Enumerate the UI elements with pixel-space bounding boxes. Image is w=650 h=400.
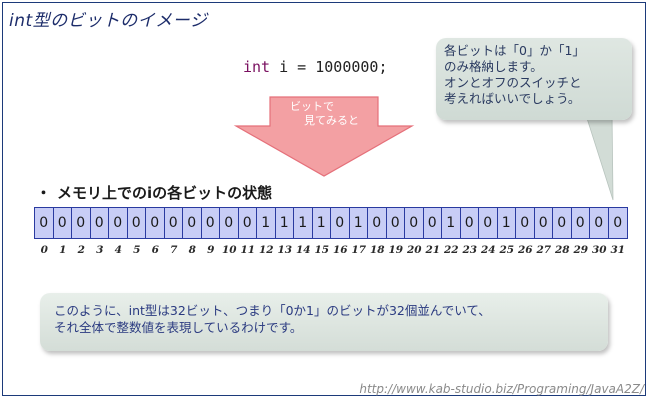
bit-cell: 1 bbox=[442, 208, 461, 238]
bit-index-label: 2 bbox=[77, 244, 85, 256]
bit-index-label: 3 bbox=[96, 244, 104, 256]
bit-cell: 0 bbox=[368, 208, 387, 238]
bit-cell: 0 bbox=[571, 208, 590, 238]
bit-index-label: 10 bbox=[221, 244, 237, 256]
bit-index-label: 19 bbox=[388, 244, 404, 256]
bit-index-label: 25 bbox=[499, 244, 515, 256]
bit-index-label: 31 bbox=[610, 244, 626, 256]
bit-cell: 0 bbox=[460, 208, 479, 238]
bit-index-label: 7 bbox=[170, 244, 178, 256]
bit-cell: 0 bbox=[331, 208, 350, 238]
bit-index-row: 0 1 2 3 4 5 6 7 8 9 10 11 12 13 14 15 16 17 18 19 20 21 22 23 24… bbox=[35, 244, 627, 256]
bit-cell: 0 bbox=[238, 208, 257, 238]
bits-heading: ・メモリ上でのiの各ビットの状態 bbox=[36, 182, 272, 203]
bit-cell: 0 bbox=[405, 208, 424, 238]
bit-index-label: 18 bbox=[369, 244, 385, 256]
bit-cell: 0 bbox=[553, 208, 572, 238]
bit-index-label: 9 bbox=[207, 244, 215, 256]
source-url: http://www.kab-studio.biz/Programing/Jav… bbox=[359, 382, 644, 396]
heading-bullet: ・ bbox=[36, 184, 52, 202]
bit-index-label: 17 bbox=[351, 244, 367, 256]
bit-index-label: 6 bbox=[151, 244, 159, 256]
bit-cell: 0 bbox=[479, 208, 498, 238]
bit-index-label: 23 bbox=[462, 244, 478, 256]
bit-index-label: 30 bbox=[591, 244, 607, 256]
bit-index-label: 15 bbox=[314, 244, 330, 256]
bit-cell: 0 bbox=[201, 208, 220, 238]
arrow-label-line-2: 見てみると bbox=[304, 114, 359, 127]
bit-cell: 0 bbox=[608, 208, 627, 238]
bit-cell: 0 bbox=[220, 208, 239, 238]
bit-index-label: 5 bbox=[133, 244, 141, 256]
summary-note: このように、int型は32ビット、つまり「0か1」のビットが32個並んでいて、 … bbox=[40, 293, 608, 351]
bit-index-label: 4 bbox=[114, 244, 122, 256]
bit-cell: 1 bbox=[275, 208, 294, 238]
bit-index-label: 21 bbox=[425, 244, 441, 256]
heading-text: メモリ上でのiの各ビットの状態 bbox=[57, 184, 273, 202]
bit-cell: 0 bbox=[183, 208, 202, 238]
bit-cell: 1 bbox=[257, 208, 276, 238]
bit-index-label: 29 bbox=[573, 244, 589, 256]
bit-index-label: 22 bbox=[443, 244, 459, 256]
bit-cell: 0 bbox=[534, 208, 553, 238]
bit-cell: 1 bbox=[349, 208, 368, 238]
bit-cell: 0 bbox=[516, 208, 535, 238]
bit-index-label: 0 bbox=[40, 244, 48, 256]
bit-index-label: 20 bbox=[406, 244, 422, 256]
bit-cell: 0 bbox=[146, 208, 165, 238]
bit-index-label: 8 bbox=[188, 244, 196, 256]
arrow-label: ビットで 見てみると bbox=[270, 100, 380, 128]
bit-index-label: 11 bbox=[240, 244, 256, 256]
bit-index-label: 27 bbox=[536, 244, 552, 256]
bit-index-label: 14 bbox=[295, 244, 311, 256]
arrow-label-line-1: ビットで bbox=[290, 100, 334, 113]
bit-index-label: 13 bbox=[277, 244, 293, 256]
bit-cell: 1 bbox=[294, 208, 313, 238]
bit-cell: 0 bbox=[53, 208, 72, 238]
bit-cell: 0 bbox=[72, 208, 91, 238]
bit-cell: 0 bbox=[164, 208, 183, 238]
bit-cell: 1 bbox=[312, 208, 331, 238]
bit-index-label: 1 bbox=[59, 244, 67, 256]
bit-cell: 0 bbox=[423, 208, 442, 238]
bit-index-label: 12 bbox=[258, 244, 274, 256]
bit-index-label: 16 bbox=[332, 244, 348, 256]
bit-cell: 0 bbox=[127, 208, 146, 238]
bit-index-label: 26 bbox=[517, 244, 533, 256]
bit-row: 00000000000011110100001001000000 bbox=[34, 207, 628, 239]
bit-cell: 0 bbox=[590, 208, 609, 238]
bit-index-label: 24 bbox=[480, 244, 496, 256]
bit-cell: 0 bbox=[35, 208, 54, 238]
bit-cell: 0 bbox=[386, 208, 405, 238]
bit-cell: 1 bbox=[497, 208, 516, 238]
note-line-1: このように、int型は32ビット、つまり「0か1」のビットが32個並んでいて、 bbox=[54, 303, 491, 318]
note-line-2: それ全体で整数値を表現しているわけです。 bbox=[54, 320, 303, 335]
bit-index-label: 28 bbox=[554, 244, 570, 256]
bit-cell: 0 bbox=[90, 208, 109, 238]
bit-cell: 0 bbox=[109, 208, 128, 238]
